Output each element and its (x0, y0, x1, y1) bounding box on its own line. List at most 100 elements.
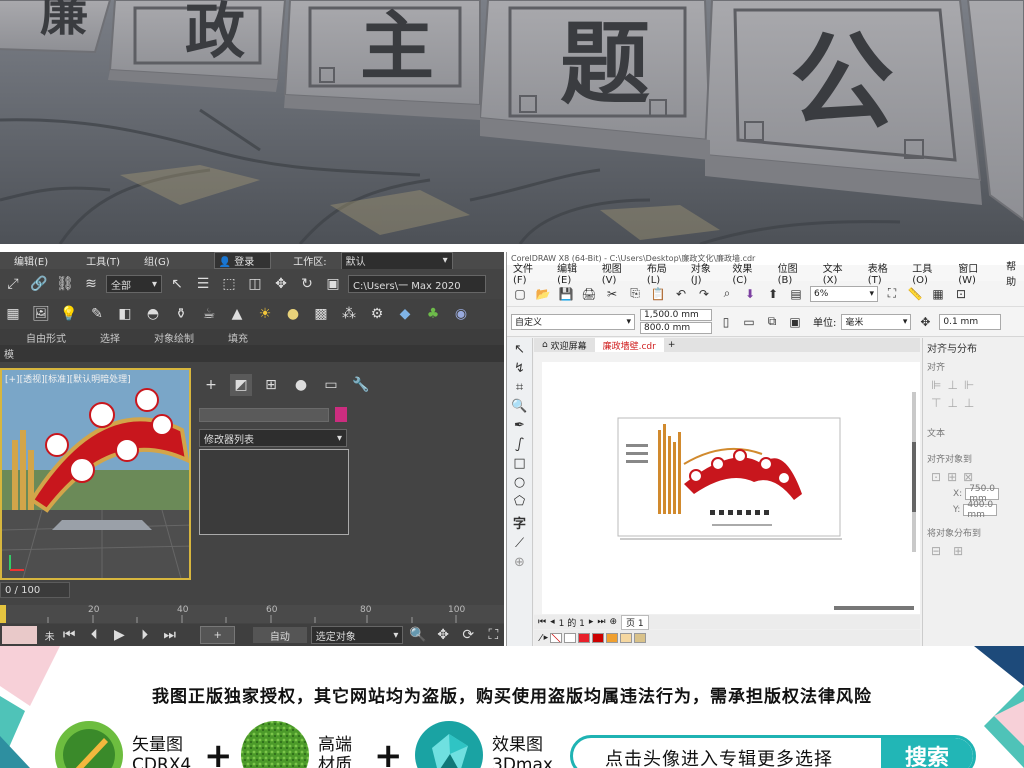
docker-x-field[interactable]: 750.0 mm (965, 484, 999, 504)
palette-arrow-icon[interactable]: ▸ (544, 633, 549, 643)
next-frame-icon[interactable]: ⏵ (134, 624, 155, 646)
ribbon-fill[interactable]: 填充 (228, 330, 248, 345)
align-left-icon[interactable]: ⊫ (931, 378, 941, 392)
add-tab-icon[interactable]: + (664, 340, 676, 350)
corel-menu-file[interactable]: 文件(F) (513, 260, 543, 286)
connector-tool-icon[interactable]: ⟋ (515, 536, 524, 551)
zoom-level[interactable]: 6% ▾ (810, 285, 878, 302)
zoom-tool-icon[interactable]: 🔍 (511, 399, 527, 414)
viewport-label[interactable]: [+][透视][标准][默认明暗处理] (5, 372, 131, 385)
export-icon[interactable]: ⬆ (764, 285, 782, 303)
crop-tool-icon[interactable]: ⌗ (516, 380, 523, 395)
nudge-field[interactable]: 0.1 mm (939, 313, 1002, 330)
teapot-icon[interactable]: ☕ (198, 303, 220, 325)
max-path-field[interactable]: C:\Users\一 Max 2020 (348, 275, 486, 293)
palette-swatch[interactable] (578, 633, 591, 643)
goto-end-icon[interactable]: ⏭ (159, 624, 180, 646)
tab-welcome[interactable]: ⌂ 欢迎屏幕 (534, 338, 595, 352)
max-menu-group[interactable]: 组(G) (144, 253, 170, 268)
palette-swatch[interactable] (564, 633, 577, 643)
gem-icon[interactable]: ◆ (394, 303, 416, 325)
portrait-icon[interactable]: ▯ (717, 313, 735, 331)
all-pages-icon[interactable]: ⧉ (763, 313, 781, 331)
import-icon[interactable]: ⬇ (741, 285, 759, 303)
orbit-icon[interactable]: ⟳ (458, 624, 479, 646)
align-middle-icon[interactable]: ⊥ (947, 396, 957, 410)
print-icon[interactable]: 🖨 (580, 285, 598, 303)
max-menu-tools[interactable]: 工具(T) (86, 253, 120, 268)
corel-menu-window[interactable]: 窗口(W) (958, 260, 992, 286)
current-page-icon[interactable]: ▣ (786, 313, 804, 331)
shape-tool-icon[interactable]: ↯ (514, 361, 525, 376)
select-icon[interactable]: ⤢ (2, 273, 24, 295)
object-name-field[interactable] (199, 408, 329, 422)
add-page-icon[interactable]: ⊕ (609, 617, 617, 627)
create-tab-icon[interactable]: + (200, 374, 222, 396)
rulers-icon[interactable]: 📏 (906, 285, 924, 303)
set-key-filter[interactable]: 选定对象 ▾ (310, 626, 404, 644)
landscape-icon[interactable]: ▭ (740, 313, 758, 331)
goto-start-icon[interactable]: ⏮ (59, 624, 80, 646)
add-tool-icon[interactable]: ⊕ (514, 555, 525, 570)
time-slider[interactable]: 0 / 100 (0, 582, 70, 598)
hemisphere-icon[interactable]: ◓ (142, 303, 164, 325)
link-icon[interactable]: 🔗 (28, 273, 50, 295)
publish-pdf-icon[interactable]: ▤ (787, 285, 805, 303)
rect-selection-icon[interactable]: ⬚ (218, 273, 240, 295)
copy-icon[interactable]: ⎘ (626, 285, 644, 303)
pan-icon[interactable]: ✥ (433, 624, 454, 646)
corel-menu-tools[interactable]: 工具(O) (912, 260, 944, 286)
cube-icon[interactable]: ◧ (114, 303, 136, 325)
object-color-swatch[interactable] (335, 407, 347, 422)
corel-menu-layout[interactable]: 布局(L) (647, 260, 677, 286)
ribbon-object-paint[interactable]: 对象绘制 (154, 330, 194, 345)
window-crossing-icon[interactable]: ◫ (244, 273, 266, 295)
distribute-page-icon[interactable]: ⊞ (953, 544, 963, 558)
rectangle-tool-icon[interactable]: □ (513, 456, 525, 471)
light-bulb-icon[interactable]: 💡 (58, 303, 80, 325)
prev-page-icon[interactable]: ◂ (550, 617, 555, 627)
grid-icon[interactable]: ▦ (929, 285, 947, 303)
cut-icon[interactable]: ✂ (603, 285, 621, 303)
last-page-icon[interactable]: ⏭ (597, 617, 605, 627)
ribbon-freeform[interactable]: 自由形式 (26, 330, 66, 345)
ball-icon[interactable]: ◉ (450, 303, 472, 325)
feature-material[interactable]: 高端 材质 (240, 720, 352, 768)
snap-icon[interactable]: ⊡ (952, 285, 970, 303)
sphere-icon[interactable]: ● (282, 303, 304, 325)
modify-tab-icon[interactable]: ◩ (230, 374, 252, 396)
auto-key-button[interactable]: 自动 (252, 627, 307, 643)
align-bottom-icon[interactable]: ⊥ (964, 396, 974, 410)
scale-icon[interactable]: ▣ (322, 273, 344, 295)
search-button[interactable]: 搜索 (881, 738, 973, 768)
paste-icon[interactable]: 📋 (649, 285, 667, 303)
align-active-icon[interactable]: ⊡ (931, 470, 941, 484)
tree-icon[interactable]: ♣ (422, 303, 444, 325)
bone-icon[interactable]: ⚙ (366, 303, 388, 325)
unlink-icon[interactable]: ⛓ (54, 273, 76, 295)
page-width-field[interactable]: 1,500.0 mm (640, 309, 712, 321)
bind-spacewarp-icon[interactable]: ≋ (80, 273, 102, 295)
pot-icon[interactable]: ⚱ (170, 303, 192, 325)
page-preset[interactable]: 自定义 ▾ (511, 313, 635, 330)
brush-icon[interactable]: ✎ (86, 303, 108, 325)
align-page-edge-icon[interactable]: ⊞ (947, 470, 957, 484)
select-by-name-icon[interactable]: ☰ (192, 273, 214, 295)
distribute-selection-icon[interactable]: ⊟ (931, 544, 941, 558)
max-workspace-combo[interactable]: 默认 ▾ (340, 252, 453, 270)
page-height-field[interactable]: 800.0 mm (640, 322, 712, 334)
corel-menu-bitmaps[interactable]: 位图(B) (778, 260, 809, 286)
palette-swatch[interactable] (620, 633, 633, 643)
palette-swatch[interactable] (606, 633, 619, 643)
ribbon-select[interactable]: 选择 (100, 330, 120, 345)
align-center-icon[interactable]: ⊥ (947, 378, 957, 392)
max-login[interactable]: 👤 登录 (213, 252, 272, 269)
modifier-list-combo[interactable]: 修改器列表 ▾ (199, 429, 347, 447)
album-search-bar[interactable]: 点击头像进入专辑更多选择 搜索 (570, 735, 976, 768)
hierarchy-tab-icon[interactable]: ⊞ (260, 374, 282, 396)
display-tab-icon[interactable]: ▭ (320, 374, 342, 396)
corel-drawing-canvas[interactable] (534, 352, 920, 614)
select-object-icon[interactable]: ↖ (166, 273, 188, 295)
corel-menu-help[interactable]: 帮助 (1006, 258, 1024, 288)
new-document-icon[interactable]: ▢ (511, 285, 529, 303)
